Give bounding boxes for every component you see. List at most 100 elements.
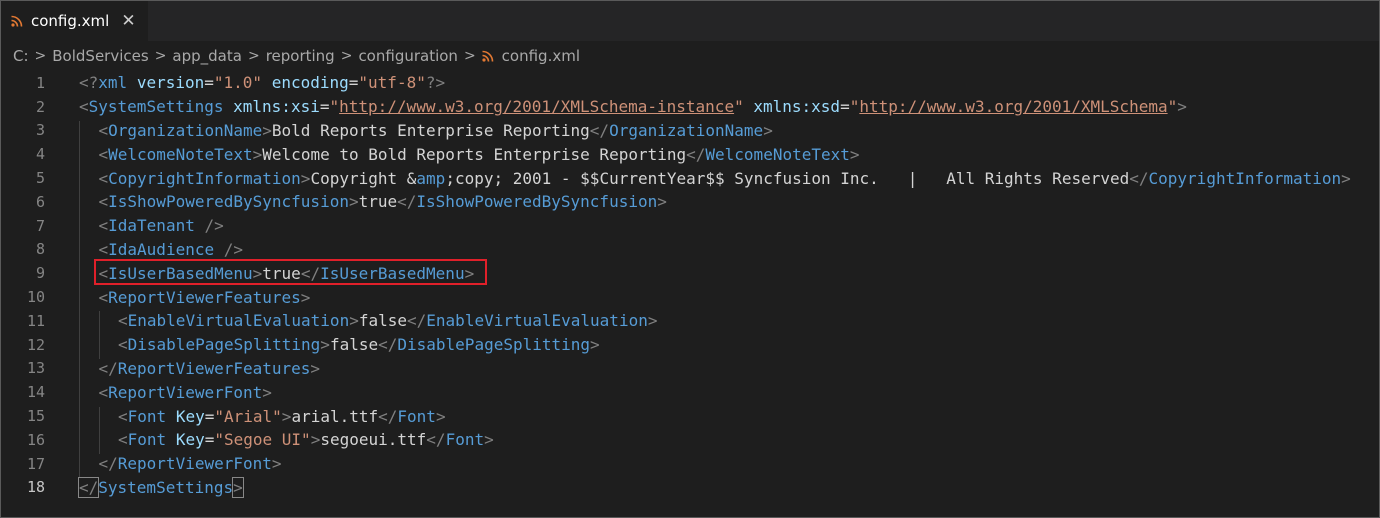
- code-token: </: [98, 358, 118, 378]
- code-token: IsUserBasedMenu: [320, 263, 465, 283]
- code-line[interactable]: 8 <IdaAudience />: [1, 238, 1379, 264]
- code-token: IdaAudience: [108, 239, 215, 259]
- code-line[interactable]: 10 <ReportViewerFeatures>: [1, 285, 1379, 312]
- code-token: </: [407, 311, 427, 331]
- code-token: segoeui.ttf: [320, 430, 427, 450]
- code-line[interactable]: 18 </SystemSettings>: [1, 476, 1379, 500]
- line-number: 7: [35, 216, 45, 235]
- code-token: >: [252, 144, 263, 164]
- close-icon[interactable]: ✕: [121, 12, 135, 30]
- line-number: 17: [26, 454, 45, 473]
- code-token: >: [590, 335, 600, 355]
- code-token: <: [118, 430, 128, 450]
- indent-guide: [79, 168, 80, 193]
- code-token: <?: [79, 73, 99, 93]
- breadcrumb-item-drive[interactable]: C:: [13, 47, 29, 65]
- breadcrumb-item-app-data[interactable]: app_data: [172, 47, 242, 65]
- code-content: <SystemSettings xmlns:xsi="http://www.w3…: [79, 97, 1187, 116]
- code-content: <WelcomeNoteText>Welcome to Bold Reports…: [79, 144, 860, 169]
- code-token: "utf-8": [358, 73, 426, 93]
- code-content: <IdaAudience />: [79, 239, 243, 264]
- chevron-right-icon: >: [463, 48, 476, 64]
- code-token: <: [98, 168, 109, 188]
- code-token: "1.0": [213, 73, 263, 93]
- code-token: >: [232, 476, 244, 498]
- indent-guide: [79, 192, 80, 217]
- code-token: <: [79, 97, 89, 117]
- code-line[interactable]: 1 <?xml version="1.0" encoding="utf-8"?>: [1, 71, 1379, 95]
- code-token: WelcomeNoteText: [108, 144, 253, 164]
- indent-guide: [79, 216, 80, 240]
- code-content: <IsUserBasedMenu>true</IsUserBasedMenu>: [79, 263, 474, 288]
- breadcrumb-file-label: config.xml: [501, 47, 580, 65]
- indent-guide: [79, 382, 80, 407]
- indent-guide: [79, 239, 80, 264]
- code-line[interactable]: 13 </ReportViewerFeatures>: [1, 357, 1379, 383]
- code-token: version: [136, 73, 205, 93]
- code-token: <: [98, 120, 109, 140]
- indent-guide: [79, 287, 80, 312]
- indent-guide: [98, 311, 100, 336]
- code-token: OrganizationName: [609, 120, 764, 140]
- code-token: >: [300, 287, 311, 307]
- line-number: 2: [35, 97, 45, 116]
- code-token: Welcome to Bold Reports Enterprise Repor…: [262, 144, 687, 164]
- breadcrumb-item-file[interactable]: config.xml: [482, 47, 580, 65]
- code-line[interactable]: 17 </ReportViewerFont>: [1, 452, 1379, 478]
- code-line[interactable]: 4 <WelcomeNoteText>Welcome to Bold Report…: [1, 142, 1379, 169]
- code-line[interactable]: 2 <SystemSettings xmlns:xsi="http://www.w…: [1, 95, 1379, 119]
- code-token: >: [271, 454, 282, 474]
- code-token: >: [281, 406, 292, 426]
- code-editor[interactable]: 1 <?xml version="1.0" encoding="utf-8"?> 2…: [1, 71, 1379, 499]
- code-content: <IdaTenant />: [79, 216, 224, 240]
- code-token: </: [378, 335, 398, 355]
- code-line[interactable]: 5 <CopyrightInformation>Copyright &amp;co…: [1, 166, 1379, 193]
- code-token: false: [358, 311, 408, 331]
- code-token: "Segoe UI": [214, 430, 311, 450]
- code-line[interactable]: 12 <DisablePageSplitting>false</DisablePa…: [1, 333, 1379, 359]
- line-number: 15: [26, 407, 45, 426]
- breadcrumb-item-boldservices[interactable]: BoldServices: [52, 47, 148, 65]
- code-token: =: [204, 430, 215, 450]
- code-content: </ReportViewerFeatures>: [79, 358, 320, 383]
- breadcrumb-item-reporting[interactable]: reporting: [266, 47, 335, 65]
- code-token: encoding: [271, 73, 349, 93]
- code-token: >: [484, 430, 494, 450]
- code-token: >: [349, 311, 359, 331]
- code-token: IsShowPoweredBySyncfusion: [108, 192, 349, 212]
- code-line[interactable]: 3 <OrganizationName>Bold Reports Enterpri…: [1, 119, 1379, 145]
- code-line[interactable]: 6 <IsShowPoweredBySyncfusion>true</IsShow…: [1, 190, 1379, 217]
- code-token: ReportViewerFeatures: [117, 358, 311, 378]
- code-token: http://www.w3.org/2001/XMLSchema-instanc…: [339, 97, 735, 117]
- code-token: DisablePageSplitting: [397, 335, 591, 355]
- code-token: Key: [175, 406, 205, 426]
- indent-guide: [79, 454, 80, 478]
- code-content: <ReportViewerFeatures>: [79, 287, 311, 312]
- code-line[interactable]: 14 <ReportViewerFont>: [1, 380, 1379, 407]
- tab-label: config.xml: [31, 12, 110, 30]
- code-line[interactable]: 7 <IdaTenant />: [1, 214, 1379, 240]
- code-token: ?>: [425, 73, 446, 93]
- code-content: <Font Key="Arial">arial.ttf</Font>: [79, 406, 446, 431]
- code-line[interactable]: 15 <Font Key="Arial">arial.ttf</Font>: [1, 404, 1379, 431]
- line-number: 8: [35, 240, 45, 259]
- tab-bar: config.xml ✕: [1, 1, 1379, 41]
- code-token: >: [262, 382, 272, 402]
- code-token: Font: [445, 430, 485, 450]
- breadcrumb-item-configuration[interactable]: configuration: [358, 47, 458, 65]
- code-content: <Font Key="Segoe UI">segoeui.ttf</Font>: [79, 430, 494, 455]
- chevron-right-icon: >: [247, 48, 260, 64]
- code-line[interactable]: 11 <EnableVirtualEvaluation>false</Enable…: [1, 309, 1379, 336]
- code-line[interactable]: 16 <Font Key="Segoe UI">segoeui.ttf</Font…: [1, 428, 1379, 455]
- code-token: Font: [127, 406, 167, 426]
- indent-guide: [98, 430, 100, 455]
- code-token: <: [98, 263, 109, 283]
- code-content: <ReportViewerFont>: [79, 382, 272, 407]
- tab-config-xml[interactable]: config.xml ✕: [1, 1, 148, 41]
- code-content: <IsShowPoweredBySyncfusion>true</IsShowP…: [79, 192, 667, 217]
- code-token: ReportViewerFont: [117, 454, 272, 474]
- code-line[interactable]: 9 <IsUserBasedMenu>true</IsUserBasedMenu>: [1, 261, 1379, 288]
- code-content: </ReportViewerFont>: [79, 454, 282, 478]
